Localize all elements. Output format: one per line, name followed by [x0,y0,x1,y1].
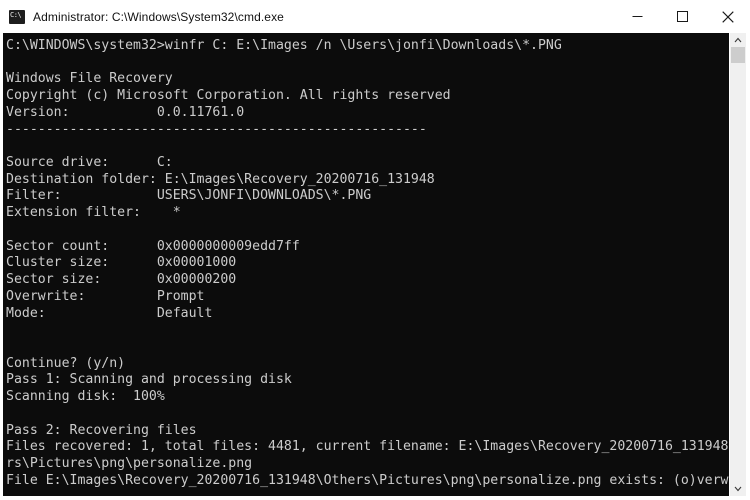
console-line: Scanning disk: 100% [6,389,165,405]
scrollbar-thumb[interactable] [731,47,745,63]
window-titlebar[interactable]: C:\ Administrator: C:\Windows\System32\c… [0,0,750,33]
console-line: Sector count: 0x0000000009edd7ff [6,238,300,254]
console-line: Sector size: 0x00000200 [6,272,237,288]
scroll-up-arrow[interactable] [730,33,746,47]
minimize-button[interactable] [615,0,660,33]
console-line: Copyright (c) Microsoft Corporation. All… [6,88,451,104]
console-line: Version: 0.0.11761.0 [6,104,245,120]
console-line: Destination folder: E:\Images\Recovery_2… [6,171,435,187]
chevron-up-icon [734,37,742,43]
console-line: Files recovered: 1, total files: 4481, c… [6,439,729,455]
maximize-button[interactable] [660,0,705,33]
console-output[interactable]: C:\WINDOWS\system32>winfr C: E:\Images /… [3,33,729,496]
console-line: Pass 2: Recovering files [6,422,197,438]
console-line: Cluster size: 0x00001000 [6,255,237,271]
console-line: Source drive: C: [6,155,173,171]
window-title: Administrator: C:\Windows\System32\cmd.e… [33,9,284,24]
close-button[interactable] [705,0,750,33]
titlebar-left: C:\ Administrator: C:\Windows\System32\c… [9,9,615,24]
cmd-icon: C:\ [9,9,25,24]
scroll-down-arrow[interactable] [730,482,746,496]
console-line: Filter: USERS\JONFI\DOWNLOADS\*.PNG [6,188,372,204]
console-line: Extension filter: * [6,205,181,221]
console-line: File E:\Images\Recovery_20200716_131948\… [6,472,729,488]
console-line: rs\Pictures\png\personalize.png [6,455,253,471]
console-area: C:\WINDOWS\system32>winfr C: E:\Images /… [0,33,750,500]
minimize-icon [632,16,643,17]
console-line: Windows File Recovery [6,71,173,87]
maximize-icon [677,11,688,22]
console-scrollbar[interactable] [729,33,746,496]
chevron-down-icon [734,486,742,492]
console-line: Continue? (y/n) [6,355,126,371]
console-line: Overwrite: Prompt [6,288,205,304]
console-line: ----------------------------------------… [6,121,427,137]
cmd-icon-glyph: C:\ [10,10,22,19]
console-line: Pass 1: Scanning and processing disk [6,372,292,388]
console-line: C:\WINDOWS\system32>winfr C: E:\Images /… [6,38,562,53]
cmd-window: C:\ Administrator: C:\Windows\System32\c… [0,0,750,500]
console-line: Mode: Default [6,305,213,321]
close-icon [721,10,734,23]
window-controls [615,0,750,33]
scrollbar-track[interactable] [730,47,746,482]
